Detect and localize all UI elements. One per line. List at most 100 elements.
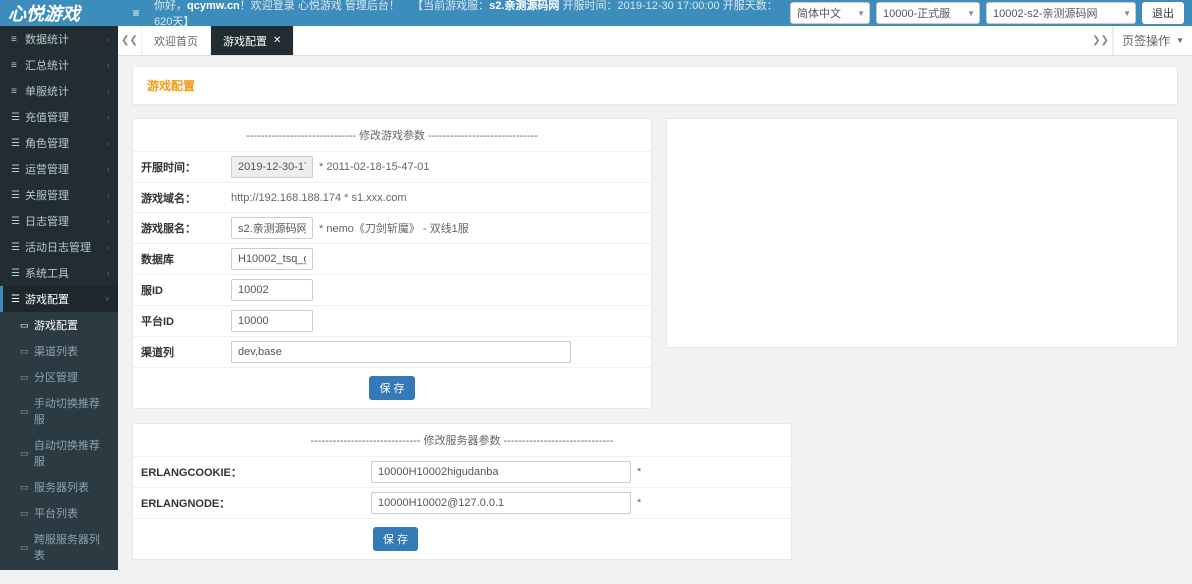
form-label: 数据库 — [141, 251, 231, 267]
sidebar-item[interactable]: ≡汇总统计‹ — [0, 52, 118, 78]
form-label: ERLANGNODE： — [141, 495, 371, 511]
sidebar-item-game-config[interactable]: ☰游戏配置˅ — [0, 286, 118, 312]
menu-icon: ☰ — [11, 190, 25, 201]
sidebar-item[interactable]: ≡数据统计‹ — [0, 26, 118, 52]
lang-select[interactable]: 简体中文 — [790, 2, 870, 24]
book-icon: ▭ — [20, 482, 34, 493]
required-mark: * — [637, 466, 641, 478]
menu-label: 关服管理 — [25, 187, 107, 203]
chevron-down-icon: ˅ — [105, 294, 110, 304]
menu-label: 运营管理 — [25, 161, 107, 177]
menu-label: 单服统计 — [25, 83, 107, 99]
chevron-left-icon: ‹ — [107, 190, 110, 200]
sub-label: 自动切换推荐服 — [34, 437, 110, 469]
menu-icon: ≡ — [11, 34, 25, 45]
srv-days-label: 开服天数： — [720, 0, 778, 12]
form-input[interactable] — [231, 156, 313, 178]
sidebar-sub-item[interactable]: ▭平台列表 — [0, 500, 118, 526]
sidebar-item[interactable]: ☰角色管理‹ — [0, 130, 118, 156]
tab-game-config[interactable]: 游戏配置✕ — [211, 26, 294, 55]
save-game-button[interactable]: 保 存 — [369, 376, 414, 400]
form-input[interactable] — [231, 279, 313, 301]
greeting-prefix: 你好， — [154, 0, 187, 12]
menu-icon: ☰ — [11, 112, 25, 123]
menu-icon: ☰ — [11, 164, 25, 175]
sidebar-item[interactable]: ☰系统工具‹ — [0, 260, 118, 286]
form-input[interactable] — [231, 217, 313, 239]
book-icon: ▭ — [20, 406, 34, 417]
tabs-prev[interactable]: ❮❮ — [118, 26, 142, 55]
srv-label: 【当前游戏服： — [412, 0, 489, 12]
close-icon[interactable]: ✕ — [273, 35, 281, 46]
menu-label: 日志管理 — [25, 213, 107, 229]
book-icon: ▭ — [20, 320, 34, 331]
form-label: ERLANGCOOKIE： — [141, 464, 371, 480]
menu-icon: ☰ — [11, 138, 25, 149]
greeting-text: 你好，qcymw.cn！欢迎登录 心悦游戏 管理后台！ 【当前游戏服：s2.亲测… — [146, 0, 790, 29]
menu-icon: ☰ — [11, 268, 25, 279]
sub-label: 游戏配置 — [34, 317, 78, 333]
sidebar-sub-item[interactable]: ▭服务器列表 — [0, 474, 118, 500]
srv-name: s2.亲测源码网 — [489, 0, 559, 12]
sub-label: 手动切换推荐服 — [34, 395, 110, 427]
chevron-left-icon: ‹ — [107, 86, 110, 96]
tab-ops-label: 页签操作 — [1122, 32, 1170, 49]
sidebar-item[interactable]: ☰活动日志管理‹ — [0, 234, 118, 260]
form-input[interactable] — [371, 461, 631, 483]
srv-open-time: 2019-12-30 17:00:00 — [618, 0, 720, 12]
form-label: 游戏域名： — [141, 190, 231, 206]
form-input[interactable] — [231, 248, 313, 270]
save-server-button[interactable]: 保 存 — [373, 527, 418, 551]
menu-label: 游戏配置 — [25, 291, 105, 307]
chevron-left-icon: ‹ — [107, 268, 110, 278]
chevron-left-icon: ‹ — [107, 60, 110, 70]
server-select[interactable]: 10002-s2-亲测源码网 — [986, 2, 1136, 24]
menu-label: 充值管理 — [25, 109, 107, 125]
tab-home[interactable]: 欢迎首页 — [142, 26, 211, 55]
sidebar-sub-item[interactable]: ▭渠道列表 — [0, 338, 118, 364]
section-game-params: ------------------------------ 修改游戏参数 --… — [133, 119, 651, 151]
menu-label: 数据统计 — [25, 31, 107, 47]
logout-button[interactable]: 退出 — [1142, 2, 1184, 24]
sub-label: 渠道列表 — [34, 343, 78, 359]
chevron-left-icon: ‹ — [107, 112, 110, 122]
sub-label: 服务器列表 — [34, 479, 89, 495]
sub-label: 分区管理 — [34, 369, 78, 385]
sidebar-item[interactable]: ☰充值管理‹ — [0, 104, 118, 130]
book-icon: ▭ — [20, 448, 34, 459]
sub-label: 跨服服务器列表 — [34, 531, 110, 563]
version-select[interactable]: 10000-正式服 — [876, 2, 980, 24]
greeting-welcome: ！欢迎登录 心悦游戏 管理后台！ — [240, 0, 400, 12]
section-server-params: ------------------------------ 修改服务器参数 -… — [133, 424, 791, 456]
form-input[interactable] — [231, 310, 313, 332]
sidebar-item[interactable]: ☰运营管理‹ — [0, 156, 118, 182]
srv-open-label: 开服时间： — [559, 0, 617, 12]
book-icon: ▭ — [20, 346, 34, 357]
menu-label: 角色管理 — [25, 135, 107, 151]
sidebar-sub-item[interactable]: ▭自动切换推荐服 — [0, 432, 118, 474]
menu-icon: ≡ — [11, 86, 25, 97]
sidebar-item[interactable]: ☰日志管理‹ — [0, 208, 118, 234]
form-label: 渠道列 — [141, 344, 231, 360]
menu-label: 活动日志管理 — [25, 239, 107, 255]
sidebar-sub-item[interactable]: ▭手动切换推荐服 — [0, 390, 118, 432]
sidebar-sub-item[interactable]: ▭游戏配置 — [0, 312, 118, 338]
sidebar-item[interactable]: ≡单服统计‹ — [0, 78, 118, 104]
app-logo: 心悦游戏 — [8, 0, 126, 26]
form-label: 游戏服名： — [141, 220, 231, 236]
form-input[interactable] — [371, 492, 631, 514]
form-input[interactable] — [231, 341, 571, 363]
greeting-user: qcymw.cn — [187, 0, 240, 12]
tab-ops-menu[interactable]: 页签操作 ▼ — [1113, 26, 1192, 55]
sidebar-sub-item[interactable]: ▭跨服服务器列表 — [0, 526, 118, 568]
sidebar-item[interactable]: ☰关服管理‹ — [0, 182, 118, 208]
form-label: 平台ID — [141, 313, 231, 329]
tabs-next[interactable]: ❯❯ — [1089, 26, 1113, 55]
chevron-left-icon: ‹ — [107, 164, 110, 174]
sidebar-sub-item[interactable]: ▭分区管理 — [0, 364, 118, 390]
form-label: 服ID — [141, 282, 231, 298]
sidebar-toggle[interactable]: ≡ — [126, 6, 146, 20]
form-hint: * nemo《刀剑斩魔》 - 双线1服 — [319, 220, 469, 236]
form-label: 开服时间： — [141, 159, 231, 175]
menu-icon: ☰ — [11, 294, 25, 305]
